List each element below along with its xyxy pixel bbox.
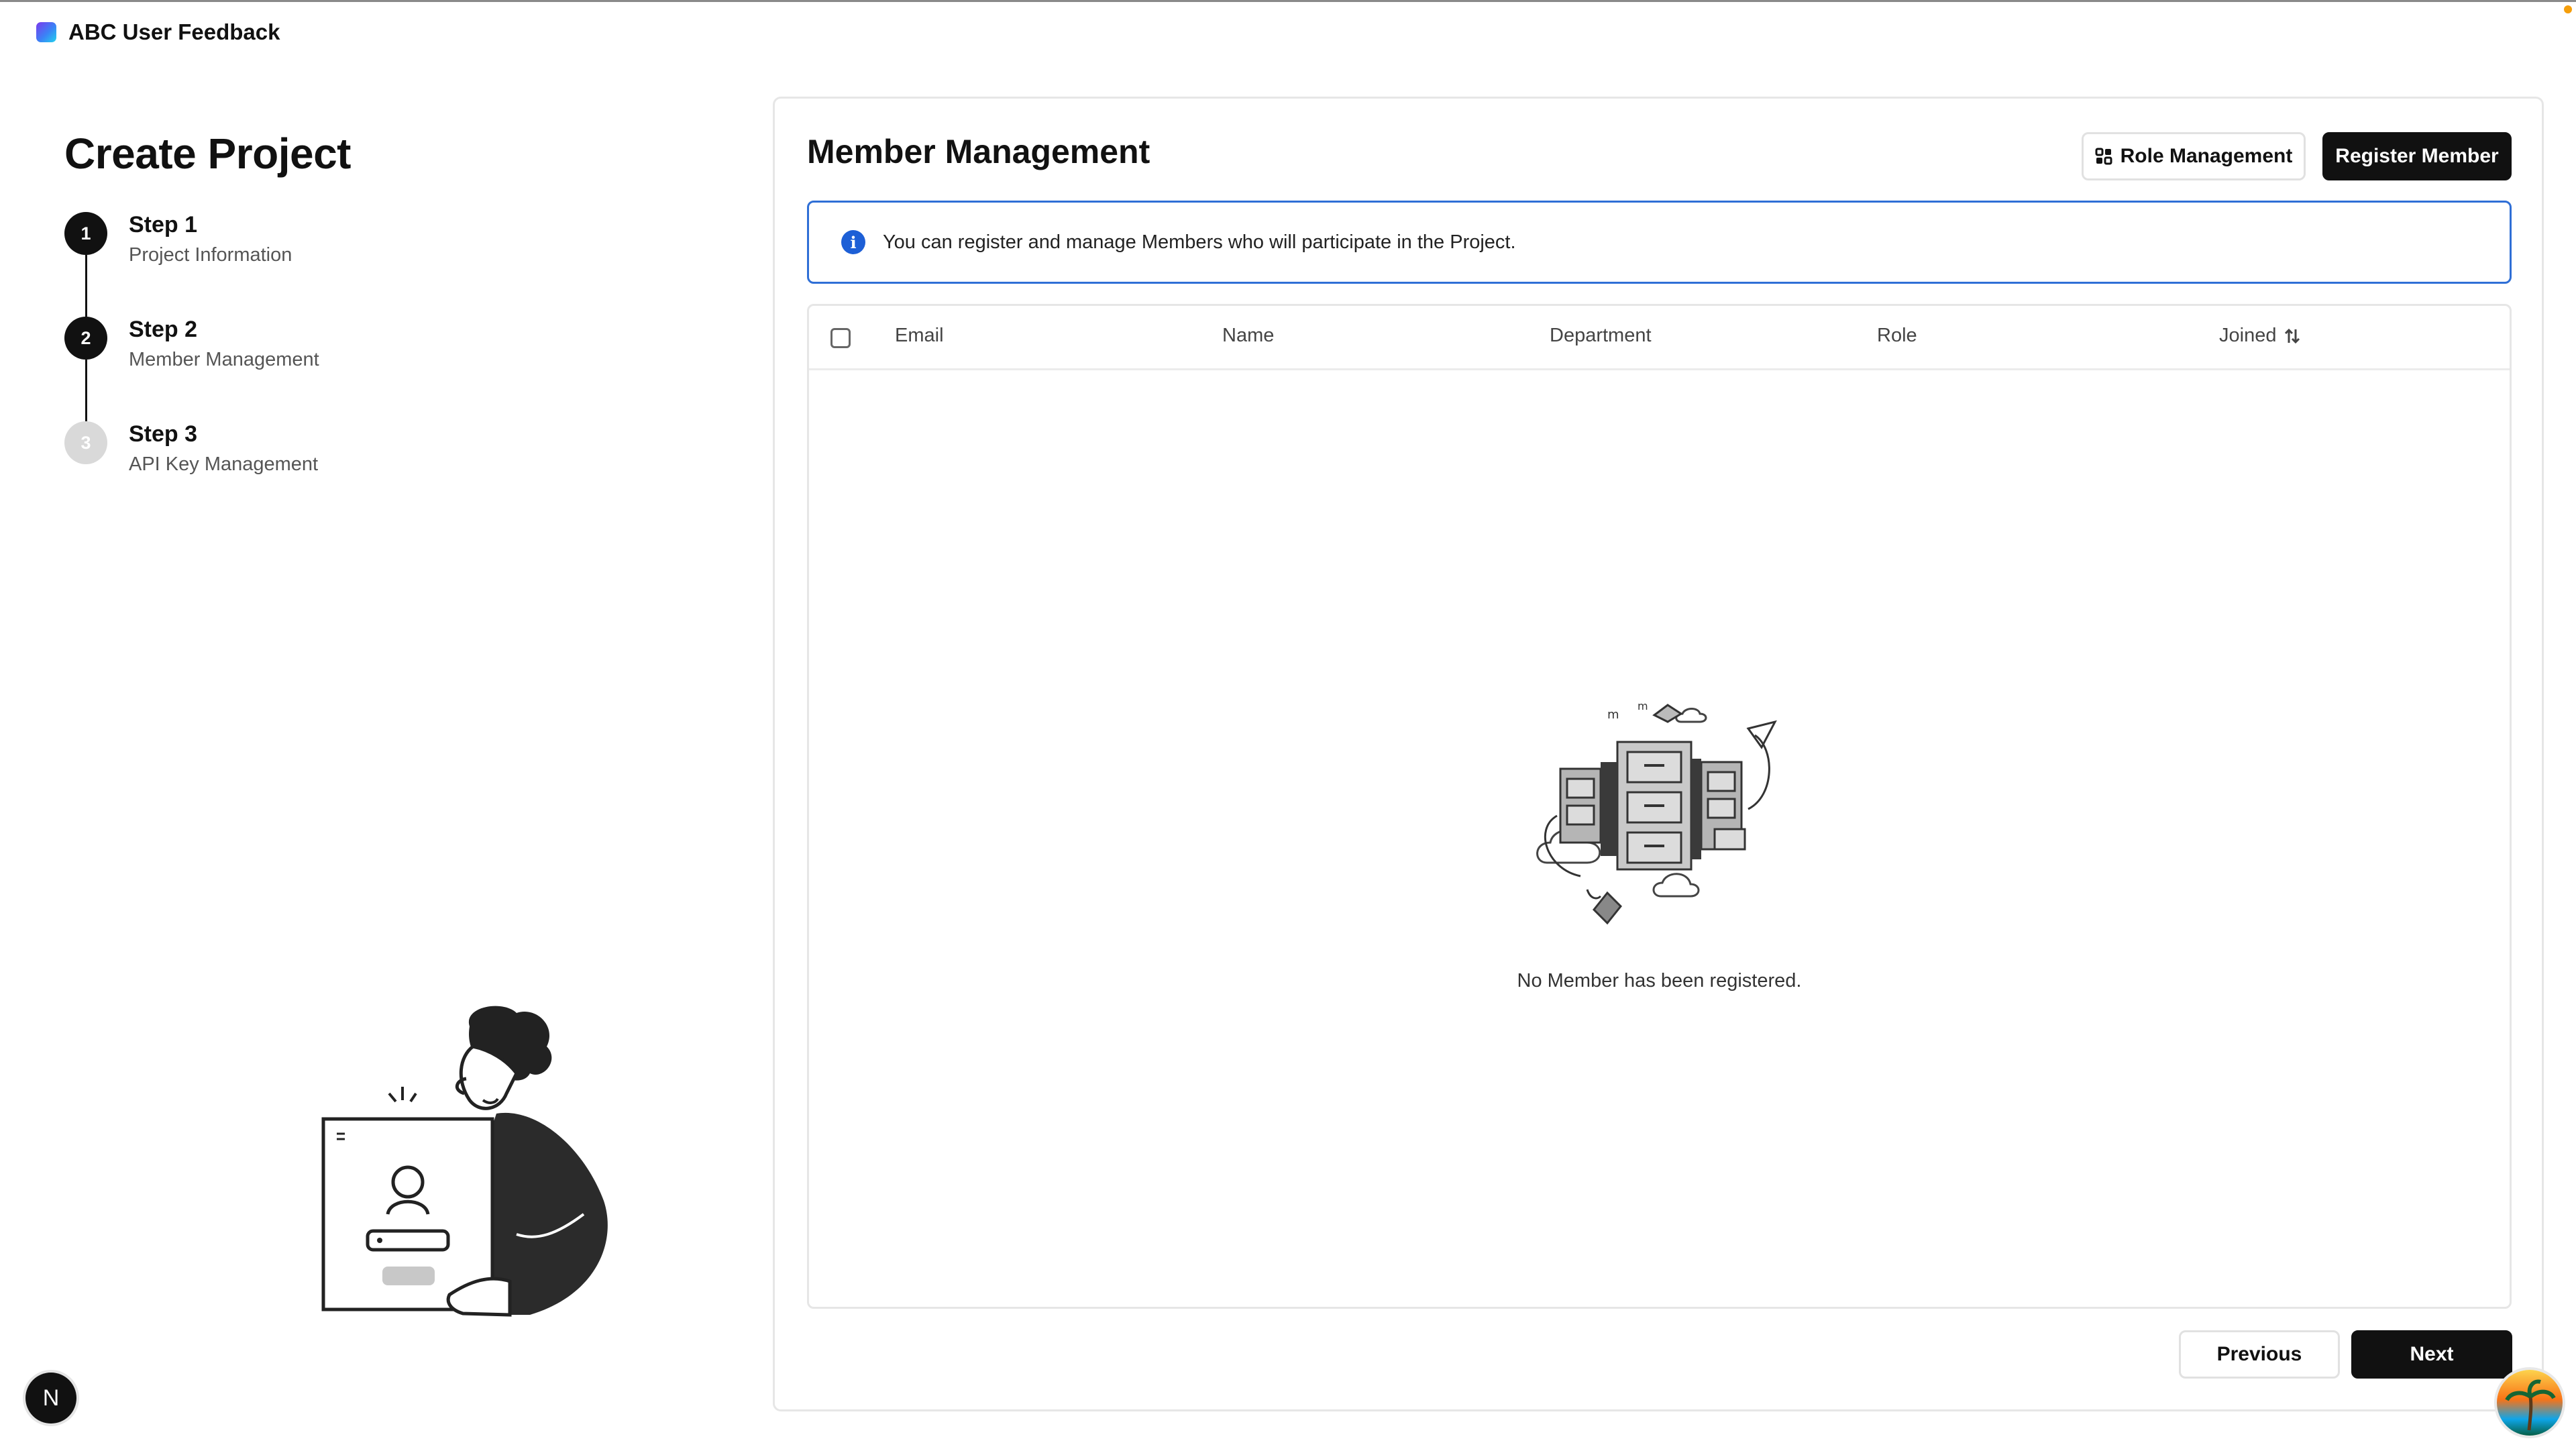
step-1-indicator: 1 bbox=[64, 212, 107, 255]
next-badge-icon[interactable]: N bbox=[25, 1373, 76, 1424]
table-header: Email Name Department Role Joined bbox=[809, 306, 2510, 370]
svg-text:m: m bbox=[1607, 708, 1619, 722]
column-joined-label: Joined bbox=[2219, 325, 2277, 346]
step-2-subtitle: Member Management bbox=[129, 349, 319, 370]
palm-tree-icon bbox=[2505, 1379, 2556, 1431]
column-name: Name bbox=[1222, 325, 1275, 346]
info-icon: i bbox=[841, 230, 865, 254]
sort-icon bbox=[2285, 328, 2300, 343]
step-connector bbox=[85, 360, 87, 421]
app-title[interactable]: ABC User Feedback bbox=[68, 19, 280, 45]
select-all-checkbox[interactable] bbox=[830, 328, 851, 348]
page-title: Create Project bbox=[64, 129, 351, 178]
step-3-indicator: 3 bbox=[64, 421, 107, 464]
column-role: Role bbox=[1877, 325, 1917, 346]
card-title: Member Management bbox=[807, 133, 1150, 170]
next-button[interactable]: Next bbox=[2351, 1330, 2512, 1379]
members-table: Email Name Department Role Joined m m No… bbox=[807, 304, 2512, 1309]
person-holding-card-illustration bbox=[321, 1006, 608, 1317]
step-3-subtitle: API Key Management bbox=[129, 453, 319, 475]
column-joined[interactable]: Joined bbox=[2219, 325, 2302, 347]
empty-state-illustration: m m bbox=[1536, 700, 1777, 925]
top-border bbox=[0, 0, 2576, 2]
logo-icon bbox=[36, 22, 56, 42]
role-management-button[interactable]: Role Management bbox=[2082, 132, 2306, 180]
step-3-title: Step 3 bbox=[129, 421, 198, 447]
avatar[interactable] bbox=[2497, 1370, 2563, 1436]
role-management-icon bbox=[2095, 148, 2112, 165]
step-2-indicator: 2 bbox=[64, 317, 107, 360]
step-1-subtitle: Project Information bbox=[129, 244, 292, 266]
notification-dot bbox=[2564, 5, 2572, 13]
previous-button[interactable]: Previous bbox=[2179, 1330, 2340, 1379]
step-2-title: Step 2 bbox=[129, 317, 198, 342]
info-alert-text: You can register and manage Members who … bbox=[883, 231, 1516, 253]
column-email: Email bbox=[895, 325, 944, 346]
register-member-button[interactable]: Register Member bbox=[2322, 132, 2512, 180]
column-department: Department bbox=[1550, 325, 1652, 346]
svg-text:m: m bbox=[1638, 700, 1648, 712]
member-management-card: Member Management Role Management Regist… bbox=[773, 97, 2544, 1411]
info-alert: i You can register and manage Members wh… bbox=[807, 201, 2512, 284]
step-connector bbox=[85, 255, 87, 317]
role-management-label: Role Management bbox=[2120, 145, 2293, 167]
empty-state-text: No Member has been registered. bbox=[1517, 970, 1802, 991]
step-1-title: Step 1 bbox=[129, 212, 198, 237]
app-header: ABC User Feedback bbox=[36, 17, 280, 47]
